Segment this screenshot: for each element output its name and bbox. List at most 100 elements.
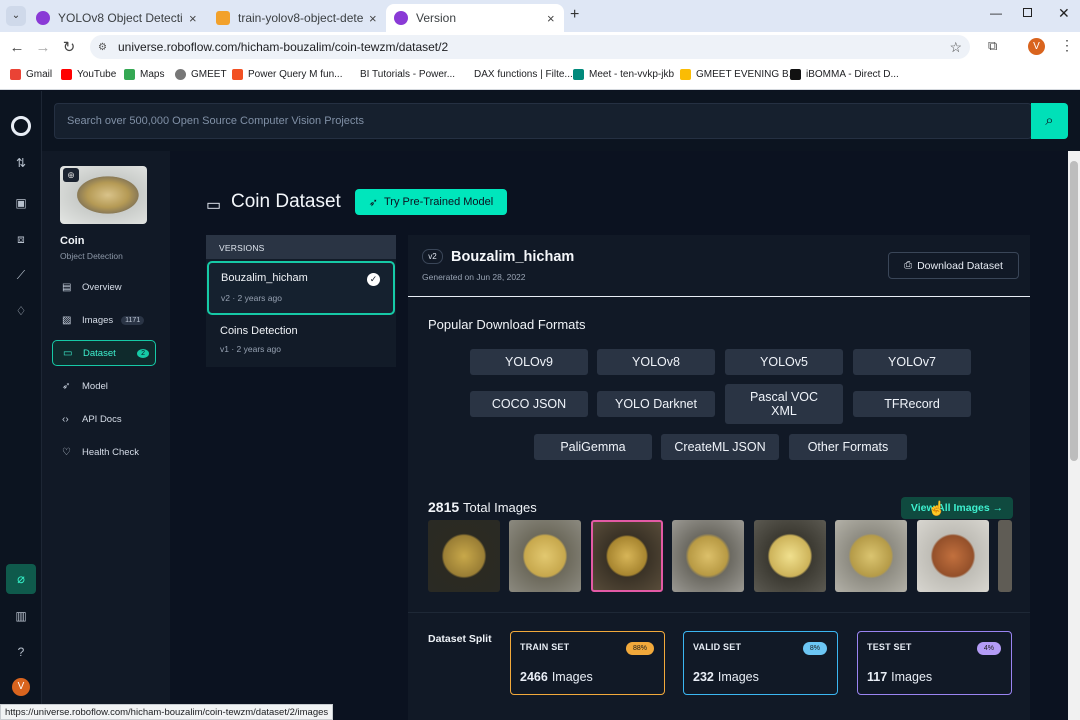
nav-images[interactable]: ▨ Images 1171: [52, 307, 156, 333]
workflow-icon[interactable]: ⧈: [12, 232, 30, 247]
dataset-thumbnail[interactable]: [428, 520, 500, 592]
search-button[interactable]: ⌕: [1031, 103, 1068, 139]
nav-dataset[interactable]: ▭ Dataset 2: [52, 340, 156, 366]
bookmark-meet[interactable]: Meet - ten-vvkp-jkb: [573, 69, 674, 80]
bookmark-maps[interactable]: Maps: [124, 69, 164, 80]
minimize-icon[interactable]: —: [990, 6, 1002, 20]
bookmark-youtube[interactable]: YouTube: [61, 69, 116, 80]
globe-icon: [175, 69, 186, 80]
reload-icon[interactable]: ↻: [56, 38, 82, 56]
public-globe-icon: ⊕: [63, 168, 79, 182]
dataset-thumbnail[interactable]: [835, 520, 907, 592]
nav-api-docs[interactable]: ‹› API Docs: [52, 406, 156, 432]
version-name: Bouzalim_hicham: [221, 272, 308, 284]
version-meta: v2 · 2 years ago: [221, 293, 282, 303]
divider: [408, 612, 1030, 613]
help-icon[interactable]: ?: [12, 645, 30, 659]
format-other-formats-button[interactable]: Other Formats: [789, 434, 907, 460]
tab-close-icon[interactable]: ×: [547, 11, 555, 26]
gmail-icon: [10, 69, 21, 80]
bookmark-bi-tutorials[interactable]: BI Tutorials - Power...: [360, 69, 455, 80]
extensions-icon[interactable]: ⧉: [988, 38, 997, 54]
nav-label: Images: [82, 314, 114, 326]
search-bar-container: Search over 500,000 Open Source Computer…: [42, 91, 1080, 151]
page-scrollbar[interactable]: [1068, 151, 1080, 720]
docs-book-icon[interactable]: ▥: [12, 609, 30, 623]
tab-search-dropdown-icon[interactable]: ⌄: [6, 6, 26, 26]
version-item-v2[interactable]: Bouzalim_hicham v2 · 2 years ago ✓: [207, 261, 395, 315]
version-item-v1[interactable]: Coins Detection v1 · 2 years ago: [207, 317, 395, 365]
browser-tab[interactable]: train-yolov8-object-detection- ×: [208, 4, 386, 32]
roboflow-logo-icon[interactable]: [11, 116, 31, 136]
nav-health-check[interactable]: ♡ Health Check: [52, 439, 156, 465]
view-all-images-button[interactable]: View All Images →: [901, 497, 1013, 519]
browser-tab-active[interactable]: Version ×: [386, 4, 564, 32]
versions-panel: VERSIONS Bouzalim_hicham v2 · 2 years ag…: [206, 235, 396, 367]
versions-heading: VERSIONS: [206, 235, 396, 259]
tab-close-icon[interactable]: ×: [189, 11, 197, 26]
format-tfrecord-button[interactable]: TFRecord: [853, 391, 971, 417]
bookmark-gmeet-evening[interactable]: GMEET EVENING B...: [680, 69, 797, 80]
dataset-thumbnail[interactable]: [998, 520, 1012, 592]
bookmark-gmeet[interactable]: GMEET: [175, 69, 227, 80]
user-avatar[interactable]: V: [12, 678, 30, 696]
analytics-icon[interactable]: ⟋: [12, 268, 30, 283]
maximize-icon[interactable]: [1023, 8, 1032, 17]
nav-model[interactable]: ➶ Model: [52, 373, 156, 399]
format-yolov9-button[interactable]: YOLOv9: [470, 349, 588, 375]
format-yolo-darknet-button[interactable]: YOLO Darknet: [597, 391, 715, 417]
bookmark-label: Gmail: [26, 69, 53, 80]
dataset-thumbnail[interactable]: [591, 520, 663, 592]
test-set-card[interactable]: TEST SET 4% 117 Images: [857, 631, 1012, 695]
ibomma-icon: [790, 69, 801, 80]
dataset-thumbnail[interactable]: [754, 520, 826, 592]
bookmark-gmail[interactable]: Gmail: [10, 69, 52, 80]
forward-icon[interactable]: →: [30, 39, 56, 56]
try-button-label: Try Pre-Trained Model: [384, 196, 494, 208]
bookmark-label: YouTube: [77, 69, 117, 80]
close-window-icon[interactable]: ✕: [1058, 5, 1070, 22]
format-yolov8-button[interactable]: YOLOv8: [597, 349, 715, 375]
try-pretrained-model-button[interactable]: ➶ Try Pre-Trained Model: [355, 189, 507, 215]
valid-set-card[interactable]: VALID SET 8% 232 Images: [683, 631, 838, 695]
generated-date: Generated on Jun 28, 2022: [422, 272, 526, 282]
universe-icon[interactable]: ⌀: [6, 564, 36, 594]
card-count-unit: Images: [551, 670, 593, 684]
search-input[interactable]: Search over 500,000 Open Source Computer…: [54, 103, 1032, 139]
format-yolov7-button[interactable]: YOLOv7: [853, 349, 971, 375]
profile-avatar[interactable]: V: [1028, 38, 1045, 55]
page-title: Coin Dataset: [231, 191, 341, 212]
inbox-icon[interactable]: ▣: [12, 196, 30, 210]
mouse-cursor-icon: ☝: [928, 500, 946, 516]
card-count: 232 Images: [693, 670, 759, 684]
rocket-icon: ➶: [368, 196, 378, 209]
bookmark-star-icon[interactable]: ☆: [949, 39, 962, 56]
new-tab-button[interactable]: +: [570, 6, 579, 24]
bookmark-power-query[interactable]: Power Query M fun...: [232, 69, 342, 80]
tab-close-icon[interactable]: ×: [369, 11, 377, 26]
dataset-thumbnail[interactable]: [917, 520, 989, 592]
dataset-thumbnail[interactable]: [672, 520, 744, 592]
train-set-card[interactable]: TRAIN SET 88% 2466 Images: [510, 631, 665, 695]
format-createml-json-button[interactable]: CreateML JSON: [661, 434, 779, 460]
format-coco-json-button[interactable]: COCO JSON: [470, 391, 588, 417]
bookmark-ibomma[interactable]: iBOMMA - Direct D...: [790, 69, 899, 80]
format-paligemma-button[interactable]: PaliGemma: [534, 434, 652, 460]
bookmark-dax-functions[interactable]: DAX functions | Filte...: [474, 69, 573, 80]
nav-label: Dataset: [83, 347, 116, 359]
format-yolov5-button[interactable]: YOLOv5: [725, 349, 843, 375]
browser-tab[interactable]: YOLOv8 Object Detection Mod ×: [28, 4, 208, 32]
site-settings-icon[interactable]: ⚙: [98, 42, 107, 53]
images-count-badge: 1171: [121, 315, 145, 325]
format-pascal-voc-xml-button[interactable]: Pascal VOC XML: [725, 384, 843, 424]
check-circle-icon: ✓: [367, 273, 380, 286]
scrollbar-thumb[interactable]: [1070, 161, 1078, 461]
nav-overview[interactable]: ▤ Overview: [52, 274, 156, 300]
notification-bell-icon[interactable]: ♢: [12, 304, 30, 318]
download-dataset-button[interactable]: ⎙ Download Dataset: [888, 252, 1019, 279]
sort-arrows-icon[interactable]: ⇅: [12, 156, 30, 170]
browser-menu-icon[interactable]: ⋮: [1060, 37, 1074, 54]
dataset-thumbnail[interactable]: [509, 520, 581, 592]
back-icon[interactable]: ←: [4, 39, 30, 56]
url-field[interactable]: ⚙ universe.roboflow.com/hicham-bouzalim/…: [90, 35, 970, 59]
